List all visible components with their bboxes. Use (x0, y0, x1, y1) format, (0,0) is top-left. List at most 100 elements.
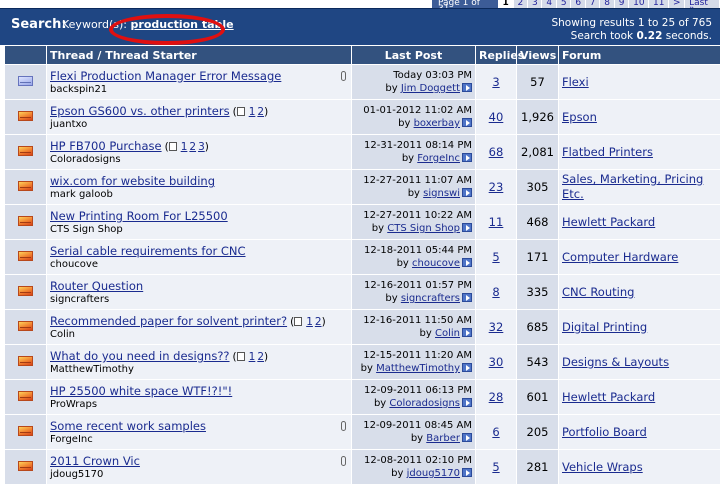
forum-link[interactable]: Epson (562, 110, 597, 124)
col-lastpost-header[interactable]: Last Post (351, 45, 476, 65)
thread-title-link[interactable]: Recommended paper for solvent printer? (50, 314, 287, 328)
replies-link[interactable]: 5 (492, 460, 499, 474)
last-post-author-link[interactable]: MatthewTimothy (376, 363, 460, 374)
page-link[interactable]: 5 (556, 0, 572, 8)
replies-link[interactable]: 3 (492, 75, 499, 89)
thread-page-link[interactable]: 2 (315, 316, 322, 328)
go-to-last-post-icon[interactable] (462, 398, 472, 407)
last-post-author-link[interactable]: choucove (412, 258, 460, 269)
forum-link[interactable]: Flatbed Printers (562, 145, 653, 159)
forum-link[interactable]: Flexi (562, 75, 589, 89)
last-post-author-link[interactable]: CTS Sign Shop (387, 223, 460, 234)
table-row: Recommended paper for solvent printer?(1… (4, 309, 720, 345)
go-to-last-post-icon[interactable] (462, 468, 472, 477)
page-last-link[interactable]: Last » (685, 0, 720, 8)
thread-title-link[interactable]: Flexi Production Manager Error Message (50, 69, 281, 83)
col-views-header[interactable]: Views (516, 45, 559, 65)
thread-page-link[interactable]: 3 (198, 141, 205, 153)
thread-starter[interactable]: backspin21 (50, 84, 348, 95)
go-to-last-post-icon[interactable] (462, 363, 472, 372)
thread-page-link[interactable]: 1 (249, 106, 256, 118)
replies-link[interactable]: 11 (489, 215, 504, 229)
page-link[interactable]: 4 (542, 0, 557, 8)
go-to-last-post-icon[interactable] (462, 83, 472, 92)
replies-link[interactable]: 40 (489, 110, 504, 124)
thread-title-link[interactable]: HP FB700 Purchase (50, 139, 162, 153)
page-link[interactable]: 8 (600, 0, 615, 8)
last-post-author-link[interactable]: Jim Doggett (401, 83, 460, 94)
replies-link[interactable]: 23 (489, 180, 504, 194)
forum-link[interactable]: Vehicle Wraps (562, 460, 643, 474)
go-to-last-post-icon[interactable] (462, 293, 472, 302)
thread-starter[interactable]: ProWraps (50, 399, 348, 410)
forum-link[interactable]: Hewlett Packard (562, 390, 655, 404)
thread-title-link[interactable]: Epson GS600 vs. other printers (50, 104, 230, 118)
forum-link[interactable]: Computer Hardware (562, 250, 678, 264)
replies-link[interactable]: 32 (489, 320, 504, 334)
thread-page-link[interactable]: 2 (189, 141, 196, 153)
forum-link[interactable]: CNC Routing (562, 285, 634, 299)
thread-starter[interactable]: ForgeInc (50, 434, 348, 445)
thread-title-link[interactable]: Router Question (50, 279, 143, 293)
thread-starter[interactable]: choucove (50, 259, 348, 270)
page-link[interactable]: 7 (585, 0, 601, 8)
replies-link[interactable]: 6 (492, 425, 499, 439)
thread-page-link[interactable]: 2 (257, 106, 264, 118)
thread-starter[interactable]: CTS Sign Shop (50, 224, 348, 235)
last-post-author-link[interactable]: Barber (426, 433, 460, 444)
go-to-last-post-icon[interactable] (462, 153, 472, 162)
thread-title-link[interactable]: Serial cable requirements for CNC (50, 244, 246, 258)
last-post-author-link[interactable]: signcrafters (401, 293, 460, 304)
replies-link[interactable]: 8 (492, 285, 499, 299)
thread-starter[interactable]: juantxo (50, 119, 348, 130)
last-post-author-link[interactable]: jdoug5170 (407, 468, 460, 479)
thread-starter[interactable]: signcrafters (50, 294, 348, 305)
go-to-last-post-icon[interactable] (462, 223, 472, 232)
last-post-author-link[interactable]: ForgeInc (417, 153, 460, 164)
go-to-last-post-icon[interactable] (462, 118, 472, 127)
col-replies-header[interactable]: Replies (475, 45, 524, 65)
thread-title-link[interactable]: 2011 Crown Vic (50, 454, 140, 468)
forum-link[interactable]: Designs & Layouts (562, 355, 669, 369)
forum-link[interactable]: Sales, Marketing, Pricing Etc. (562, 172, 703, 201)
go-to-last-post-icon[interactable] (462, 258, 472, 267)
last-post-author-link[interactable]: signswi (423, 188, 460, 199)
col-forum-header[interactable]: Forum (558, 45, 720, 65)
thread-starter[interactable]: mark galoob (50, 189, 348, 200)
thread-status-cell (4, 309, 47, 345)
thread-title-link[interactable]: HP 25500 white space WTF!?!"! (50, 384, 232, 398)
go-to-last-post-icon[interactable] (462, 328, 472, 337)
thread-title-link[interactable]: Some recent work samples (50, 419, 206, 433)
page-link[interactable]: 6 (571, 0, 586, 8)
replies-link[interactable]: 30 (489, 355, 504, 369)
thread-starter[interactable]: Colin (50, 329, 348, 340)
replies-link[interactable]: 5 (492, 250, 499, 264)
thread-page-link[interactable]: 1 (249, 351, 256, 363)
page-link[interactable]: 9 (614, 0, 630, 8)
last-post-author-link[interactable]: Coloradosigns (389, 398, 460, 409)
last-post-author-link[interactable]: boxerbay (414, 118, 460, 129)
col-thread-header[interactable]: Thread / Thread Starter (46, 45, 352, 65)
replies-link[interactable]: 28 (489, 390, 504, 404)
forum-link[interactable]: Hewlett Packard (562, 215, 655, 229)
go-to-last-post-icon[interactable] (462, 188, 472, 197)
replies-link[interactable]: 68 (489, 145, 504, 159)
thread-page-link[interactable]: 2 (257, 351, 264, 363)
thread-starter[interactable]: MatthewTimothy (50, 364, 348, 375)
thread-title-link[interactable]: New Printing Room For L25500 (50, 209, 228, 223)
thread-starter[interactable]: jdoug5170 (50, 469, 348, 480)
page-link[interactable]: 3 (527, 0, 543, 8)
forum-link[interactable]: Digital Printing (562, 320, 647, 334)
page-next-link[interactable]: > (668, 0, 686, 8)
thread-starter[interactable]: Coloradosigns (50, 154, 348, 165)
page-link[interactable]: 11 (649, 0, 669, 8)
thread-title-link[interactable]: What do you need in designs?? (50, 349, 230, 363)
page-link[interactable]: 2 (513, 0, 528, 8)
thread-page-link[interactable]: 1 (306, 316, 313, 328)
forum-link[interactable]: Portfolio Board (562, 425, 647, 439)
thread-title-link[interactable]: wix.com for website building (50, 174, 215, 188)
go-to-last-post-icon[interactable] (462, 433, 472, 442)
thread-page-link[interactable]: 1 (181, 141, 188, 153)
last-post-author-link[interactable]: Colin (435, 328, 460, 339)
page-link[interactable]: 10 (629, 0, 650, 8)
